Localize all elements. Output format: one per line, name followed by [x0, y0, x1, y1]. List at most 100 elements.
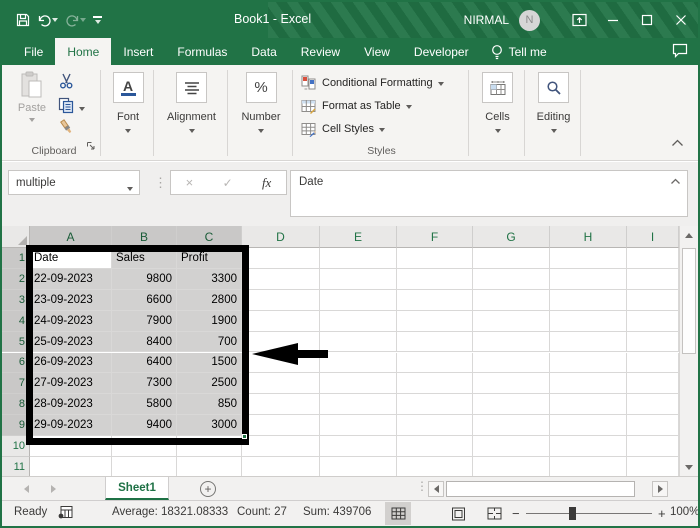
cell-H11[interactable] [550, 457, 627, 476]
cell-C11[interactable] [177, 457, 242, 476]
normal-view-button[interactable] [385, 502, 411, 525]
tab-view[interactable]: View [352, 38, 402, 65]
next-sheet-arrow[interactable] [51, 485, 56, 493]
cell-A11[interactable] [30, 457, 112, 476]
cell-G1[interactable] [473, 248, 550, 269]
col-header-D[interactable]: D [242, 226, 320, 248]
formula-bar[interactable]: Date [290, 170, 688, 217]
enter-icon[interactable]: ✓ [223, 176, 233, 190]
cell-D9[interactable] [242, 415, 320, 437]
cell-E5[interactable] [320, 331, 397, 353]
font-group[interactable]: A Font [103, 65, 153, 161]
row-header-11[interactable]: 11 [2, 457, 30, 476]
status-average[interactable]: Average: 18321.08333 [112, 506, 228, 518]
hscroll-left-arrow[interactable] [428, 481, 444, 497]
cell-D3[interactable] [242, 289, 320, 311]
number-group[interactable]: % Number [230, 65, 292, 161]
cell-F4[interactable] [397, 310, 473, 332]
col-header-H[interactable]: H [550, 226, 627, 248]
cell-H4[interactable] [550, 310, 627, 332]
zoom-in-icon[interactable]: + [658, 506, 666, 521]
cell-D11[interactable] [242, 457, 320, 476]
number-group-icon[interactable]: % [245, 72, 277, 103]
number-group-caret[interactable] [258, 129, 264, 133]
alignment-group[interactable]: Alignment [156, 65, 227, 161]
editing-group-icon[interactable] [538, 72, 569, 103]
cell-G8[interactable] [473, 394, 550, 416]
cell-H5[interactable] [550, 331, 627, 353]
cell-F3[interactable] [397, 289, 473, 311]
ribbon-display-options-button[interactable] [562, 2, 596, 38]
cell-I7[interactable] [627, 373, 679, 395]
insert-function-icon[interactable]: fx [262, 175, 271, 191]
cell-H2[interactable] [550, 268, 627, 290]
paste-dropdown-caret[interactable] [29, 118, 35, 122]
collapse-formula-bar-button[interactable] [670, 176, 681, 188]
cell-G4[interactable] [473, 310, 550, 332]
tell-me-box[interactable]: Tell me [481, 38, 557, 65]
cell-F2[interactable] [397, 268, 473, 290]
hscroll-right-arrow[interactable] [652, 481, 668, 497]
undo-button[interactable] [37, 14, 58, 27]
cell-F10[interactable] [397, 436, 473, 457]
page-break-preview-button[interactable] [481, 502, 507, 525]
status-count[interactable]: Count: 27 [237, 506, 287, 518]
cell-H7[interactable] [550, 373, 627, 395]
name-box-dropdown-caret[interactable] [127, 187, 133, 191]
cell-G11[interactable] [473, 457, 550, 476]
cell-I3[interactable] [627, 289, 679, 311]
tab-formulas[interactable]: Formulas [165, 38, 239, 65]
name-box[interactable]: multiple [8, 170, 140, 195]
tab-developer[interactable]: Developer [402, 38, 481, 65]
zoom-level[interactable]: 100% [670, 506, 698, 518]
cell-H10[interactable] [550, 436, 627, 457]
cell-F6[interactable] [397, 352, 473, 374]
editing-group[interactable]: Editing [527, 65, 580, 161]
cell-F9[interactable] [397, 415, 473, 437]
cell-D7[interactable] [242, 373, 320, 395]
cells-group-caret[interactable] [494, 129, 501, 133]
cell-G2[interactable] [473, 268, 550, 290]
cell-D8[interactable] [242, 394, 320, 416]
cell-H9[interactable] [550, 415, 627, 437]
macro-record-icon[interactable] [58, 505, 73, 522]
tab-insert[interactable]: Insert [111, 38, 165, 65]
cell-D1[interactable] [242, 248, 320, 269]
cell-E4[interactable] [320, 310, 397, 332]
save-icon[interactable] [16, 13, 30, 27]
cell-G6[interactable] [473, 352, 550, 374]
cell-E11[interactable] [320, 457, 397, 476]
new-sheet-button[interactable]: + [200, 481, 216, 497]
cell-I8[interactable] [627, 394, 679, 416]
col-header-I[interactable]: I [627, 226, 679, 248]
minimize-button[interactable] [596, 2, 630, 38]
cancel-icon[interactable]: × [186, 175, 194, 190]
fill-handle[interactable] [242, 434, 247, 439]
col-header-F[interactable]: F [397, 226, 473, 248]
cell-I1[interactable] [627, 248, 679, 269]
sheet-tab-sheet1[interactable]: Sheet1 [105, 477, 169, 500]
cells-group[interactable]: Cells [471, 65, 524, 161]
conditional-formatting-button[interactable]: ₌ Conditional Formatting [301, 73, 444, 93]
status-sum[interactable]: Sum: 439706 [303, 506, 371, 518]
cell-styles-button[interactable]: Cell Styles [301, 119, 385, 139]
cell-E6[interactable] [320, 352, 397, 374]
col-header-G[interactable]: G [473, 226, 550, 248]
tab-bar-grip[interactable]: ⋮ [416, 479, 428, 493]
tab-data[interactable]: Data [239, 38, 288, 65]
cell-E8[interactable] [320, 394, 397, 416]
signed-in-user[interactable]: NIRMAL [464, 13, 509, 27]
copy-dropdown-caret[interactable] [79, 106, 85, 111]
cell-D2[interactable] [242, 268, 320, 290]
cell-E10[interactable] [320, 436, 397, 457]
cell-E1[interactable] [320, 248, 397, 269]
redo-dropdown-caret[interactable] [80, 18, 86, 22]
maximize-button[interactable] [630, 2, 664, 38]
cell-I10[interactable] [627, 436, 679, 457]
zoom-slider-thumb[interactable] [569, 507, 576, 520]
vertical-scrollbar[interactable] [679, 226, 698, 476]
zoom-out-icon[interactable]: − [512, 506, 520, 521]
close-button[interactable] [664, 2, 698, 38]
cell-D10[interactable] [242, 436, 320, 457]
tab-review[interactable]: Review [289, 38, 352, 65]
